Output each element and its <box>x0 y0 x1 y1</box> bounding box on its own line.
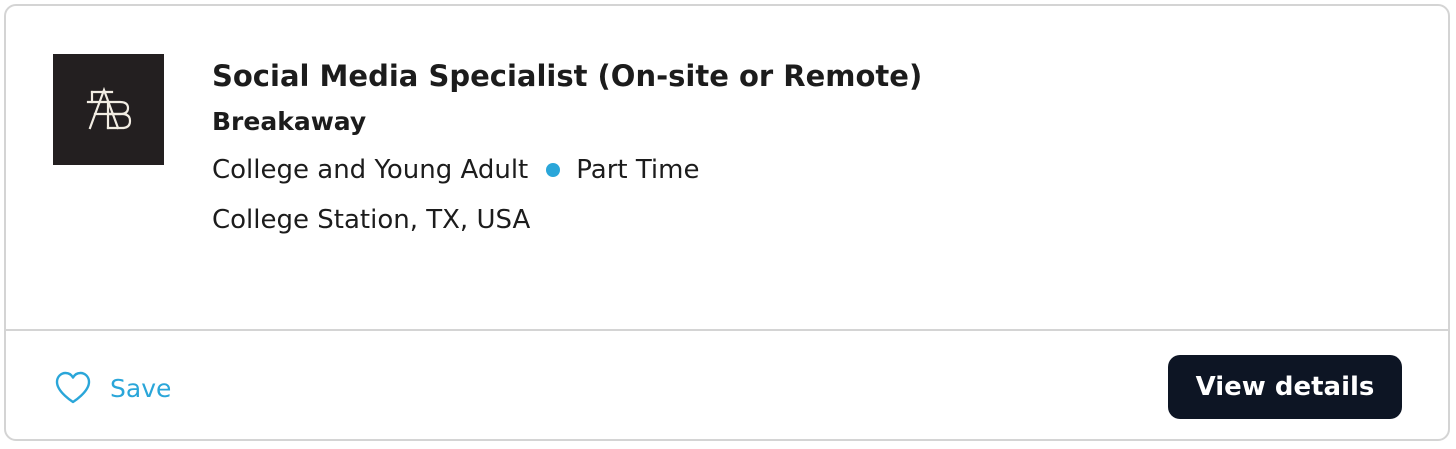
company-name: Breakaway <box>212 107 367 136</box>
job-title[interactable]: Social Media Specialist (On-site or Remo… <box>212 56 922 96</box>
separator-dot-icon <box>546 163 561 177</box>
job-location: College Station, TX, USA <box>212 205 531 235</box>
save-label: Save <box>110 373 172 403</box>
employment-type: Part Time <box>576 155 700 185</box>
breakaway-logo-icon <box>86 86 132 130</box>
job-category: College and Young Adult <box>212 155 529 185</box>
company-logo <box>53 54 164 165</box>
heart-outline-icon <box>55 371 91 404</box>
view-details-button[interactable]: View details <box>1168 355 1402 419</box>
job-info: Social Media Specialist (On-site or Remo… <box>212 56 922 238</box>
job-card-body: Social Media Specialist (On-site or Remo… <box>6 6 1448 331</box>
save-button[interactable]: Save <box>54 366 171 410</box>
job-meta: College and Young Adult Part Time <box>212 152 922 188</box>
job-card: Social Media Specialist (On-site or Remo… <box>4 4 1450 441</box>
